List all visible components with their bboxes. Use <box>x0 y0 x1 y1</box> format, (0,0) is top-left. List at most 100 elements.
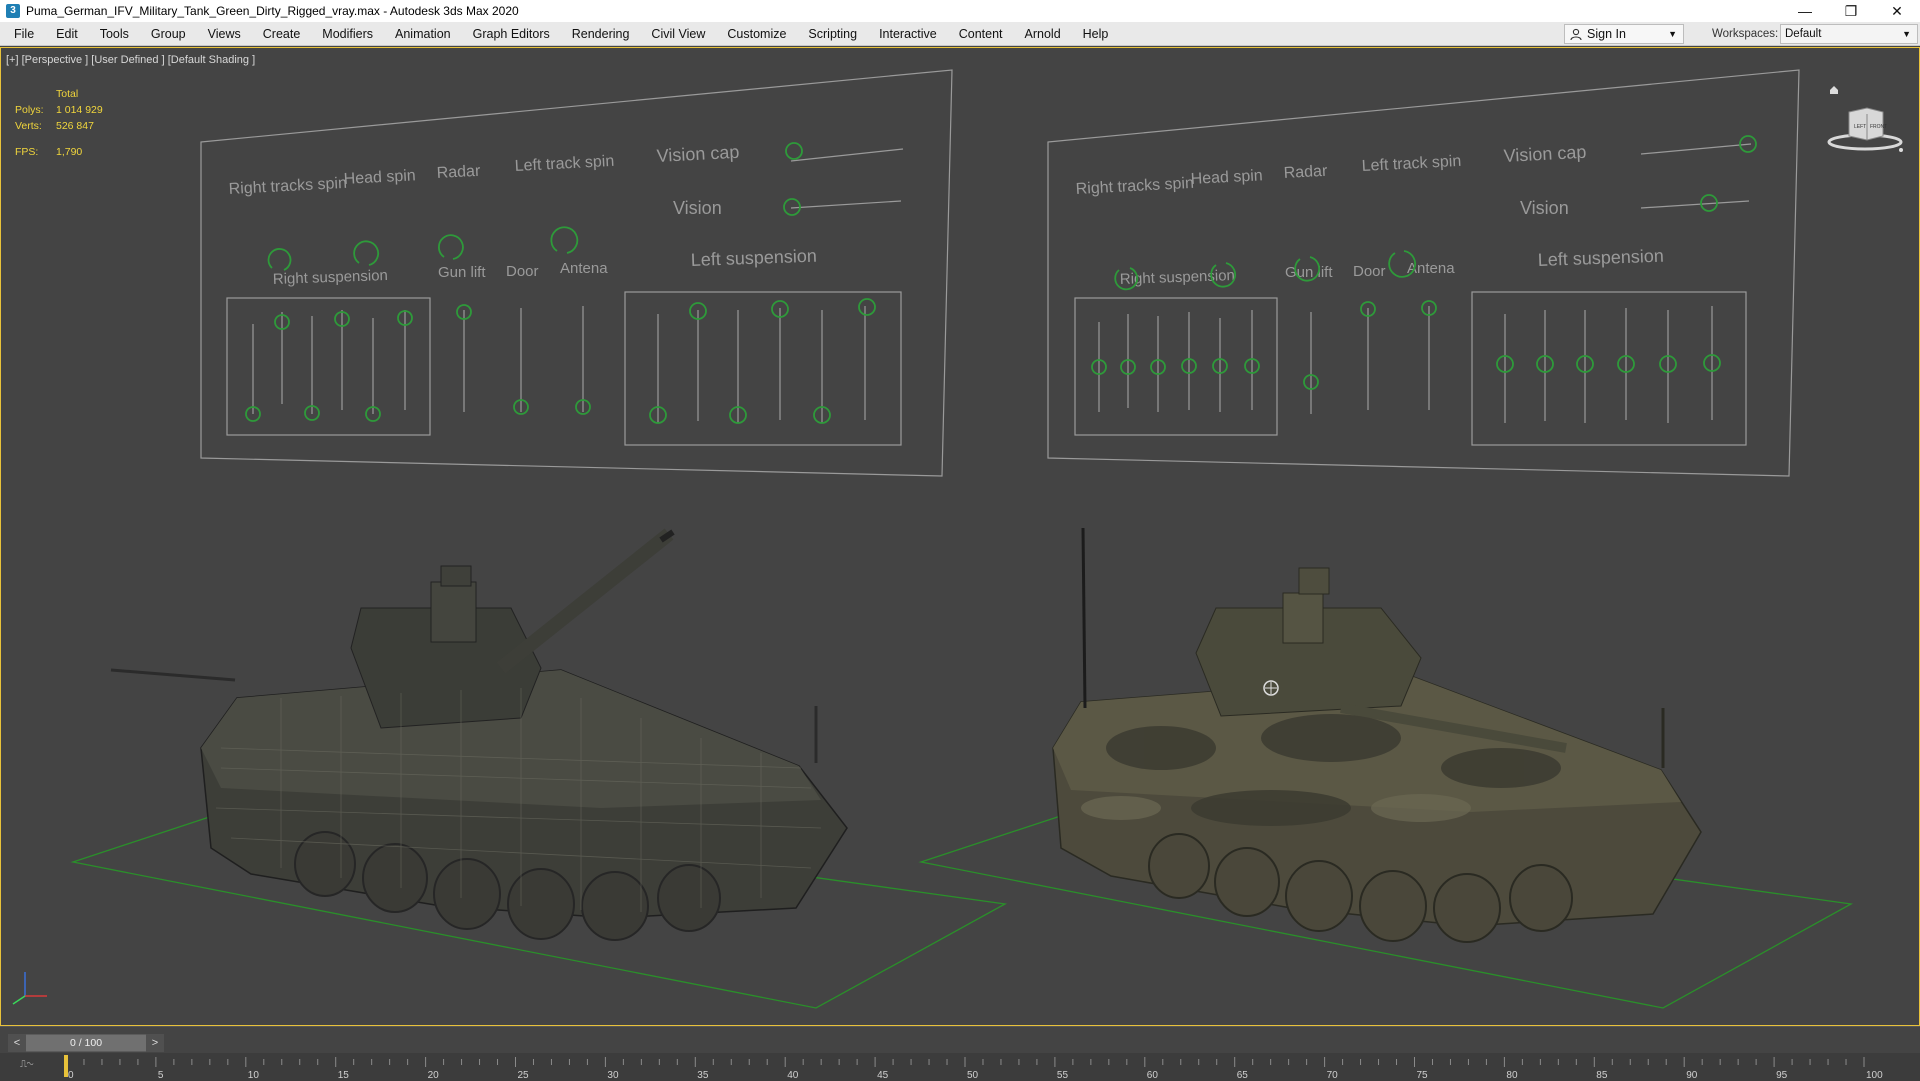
viewport-statistics: Total Polys: 1 014 929 Verts: 526 847 FPS:… <box>15 86 103 160</box>
label-vision-cap: Vision cap <box>1503 142 1587 166</box>
chevron-down-icon: ▼ <box>1902 29 1911 39</box>
minimize-button[interactable]: — <box>1782 0 1828 22</box>
label-head-spin: Head spin <box>343 167 416 188</box>
slider-handle[interactable] <box>785 142 803 160</box>
app-icon: 3 <box>6 4 20 18</box>
restore-button[interactable]: ❐ <box>1828 0 1874 22</box>
menu-civil-view[interactable]: Civil View <box>640 22 716 46</box>
prev-frame-button[interactable]: < <box>8 1034 26 1052</box>
fps-value: 1,790 <box>56 146 83 158</box>
menu-scripting[interactable]: Scripting <box>797 22 868 46</box>
slider-handle[interactable] <box>858 298 876 316</box>
workspaces-label: Workspaces: <box>1712 28 1779 40</box>
ruler-label: 65 <box>1237 1070 1249 1081</box>
label-head-spin: Head spin <box>1190 167 1263 188</box>
rotate-control-icon[interactable] <box>550 226 579 254</box>
verts-value: 526 847 <box>56 120 94 132</box>
label-radar: Radar <box>436 163 481 182</box>
label-left-suspension: Left suspension <box>690 246 817 270</box>
ruler-label: 40 <box>787 1070 799 1081</box>
workspaces-value: Default <box>1785 28 1822 40</box>
menu-group[interactable]: Group <box>140 22 197 46</box>
label-antena: Antena <box>560 260 608 277</box>
tank-wireframe-model[interactable] <box>110 528 848 941</box>
ruler-label: 5 <box>158 1070 164 1081</box>
right-suspension-box <box>226 297 431 436</box>
ruler-label: 15 <box>338 1070 350 1081</box>
left-suspension-box <box>624 291 902 446</box>
label-left-track-spin: Left track spin <box>1361 153 1461 175</box>
menu-content[interactable]: Content <box>948 22 1014 46</box>
viewport-label-menu[interactable]: [+] [Perspective ] [User Defined ] [Defa… <box>6 54 255 66</box>
ruler-label: 30 <box>607 1070 619 1081</box>
left-suspension-box <box>1471 291 1747 446</box>
current-frame-marker[interactable] <box>64 1055 68 1077</box>
time-slider[interactable]: < 0 / 100 > <box>8 1034 164 1052</box>
menu-graph-editors[interactable]: Graph Editors <box>462 22 561 46</box>
label-door: Door <box>506 263 539 280</box>
label-vision: Vision <box>1520 198 1569 218</box>
viewport-scene[interactable]: Right tracks spin Head spin Radar Left t… <box>1 48 1919 1025</box>
menu-animation[interactable]: Animation <box>384 22 462 46</box>
ruler-label: 45 <box>877 1070 889 1081</box>
label-vision-cap: Vision cap <box>656 142 740 166</box>
label-right-suspension: Right suspension <box>273 267 389 288</box>
menu-edit[interactable]: Edit <box>45 22 89 46</box>
label-gun-lift: Gun lift <box>438 264 486 281</box>
label-vision: Vision <box>673 198 722 218</box>
ruler-label: 25 <box>518 1070 530 1081</box>
chevron-down-icon: ▼ <box>1668 29 1677 39</box>
ruler-label: 20 <box>428 1070 440 1081</box>
label-right-tracks-spin: Right tracks spin <box>228 175 347 198</box>
rotate-control-icon[interactable] <box>267 248 292 271</box>
label-right-tracks-spin: Right tracks spin <box>1075 175 1194 198</box>
menu-file[interactable]: File <box>0 22 45 46</box>
home-icon[interactable] <box>1830 86 1838 94</box>
menu-create[interactable]: Create <box>252 22 312 46</box>
ruler-label: 10 <box>248 1070 260 1081</box>
ruler-label: 35 <box>697 1070 709 1081</box>
title-bar: 3 Puma_German_IFV_Military_Tank_Green_Di… <box>0 0 1920 22</box>
perspective-viewport[interactable]: Right tracks spin Head spin Radar Left t… <box>0 47 1920 1026</box>
tank-textured-model[interactable] <box>1052 527 1702 943</box>
label-radar: Radar <box>1283 163 1328 182</box>
verts-label: Verts: <box>15 120 42 132</box>
menu-views[interactable]: Views <box>197 22 252 46</box>
menu-customize[interactable]: Customize <box>716 22 797 46</box>
frame-ruler[interactable]: 0 5 10 15 20 25 30 35 40 45 50 55 60 65 70 75 80 85 90 95 10… <box>0 1053 1920 1081</box>
viewcube[interactable]: LEFT FRONT <box>1827 84 1903 156</box>
next-frame-button[interactable]: > <box>146 1034 164 1052</box>
ruler-label: 90 <box>1686 1070 1698 1081</box>
ruler-label: 60 <box>1147 1070 1159 1081</box>
rotate-control-icon[interactable] <box>438 234 464 260</box>
timeline-panel: < 0 / 100 > 0 5 10 15 20 25 30 35 40 45 50 55 60 65 70… <box>0 1026 1920 1081</box>
viewcube-front[interactable]: FRONT <box>1870 124 1887 130</box>
label-gun-lift: Gun lift <box>1285 264 1333 281</box>
window-title: Puma_German_IFV_Military_Tank_Green_Dirt… <box>26 4 519 18</box>
polys-label: Polys: <box>15 104 44 116</box>
ruler-label: 100 <box>1866 1070 1883 1081</box>
menu-tools[interactable]: Tools <box>89 22 140 46</box>
rig-labels-right: Right tracks spin Head spin Radar Left t… <box>1075 142 1664 288</box>
stats-header: Total <box>56 88 79 100</box>
fps-label: FPS: <box>15 146 39 158</box>
ruler-label: 95 <box>1776 1070 1788 1081</box>
sign-in-dropdown[interactable]: Sign In ▼ <box>1564 24 1684 44</box>
ruler-label: 70 <box>1327 1070 1339 1081</box>
label-left-suspension: Left suspension <box>1537 246 1664 270</box>
ruler-label: 80 <box>1506 1070 1518 1081</box>
menu-arnold[interactable]: Arnold <box>1014 22 1072 46</box>
vision-cap-slider-track <box>790 148 904 162</box>
menu-help[interactable]: Help <box>1072 22 1120 46</box>
ruler-label: 55 <box>1057 1070 1069 1081</box>
menu-rendering[interactable]: Rendering <box>561 22 641 46</box>
curve-editor-icon[interactable]: ⎍∿ <box>20 1059 33 1070</box>
viewcube-left[interactable]: LEFT <box>1854 124 1866 130</box>
menu-interactive[interactable]: Interactive <box>868 22 948 46</box>
rotate-control-icon[interactable] <box>353 240 379 266</box>
time-slider-thumb[interactable]: 0 / 100 <box>26 1035 146 1051</box>
menu-modifiers[interactable]: Modifiers <box>311 22 384 46</box>
close-button[interactable]: ✕ <box>1874 0 1920 22</box>
workspaces-select[interactable]: Default ▼ <box>1780 24 1918 44</box>
user-icon <box>1570 28 1582 40</box>
